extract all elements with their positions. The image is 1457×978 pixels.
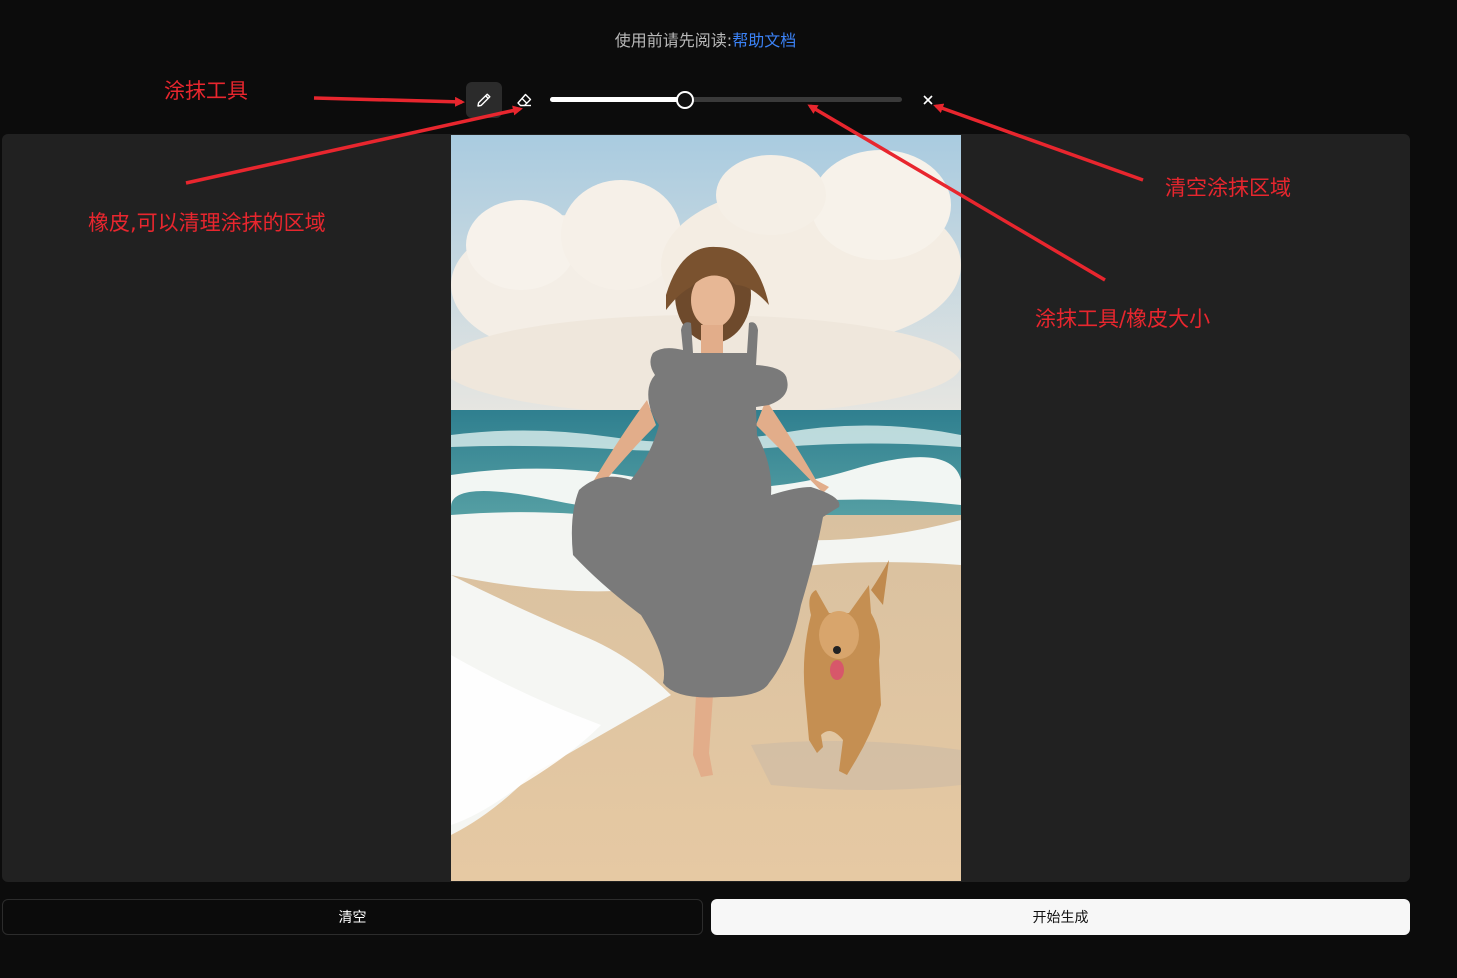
close-icon xyxy=(923,95,933,105)
editable-image[interactable] xyxy=(451,135,961,881)
slider-fill xyxy=(550,97,684,102)
annotation-eraser: 橡皮,可以清理涂抹的区域 xyxy=(88,211,326,235)
slider-thumb[interactable] xyxy=(675,91,694,109)
annotation-clear: 清空涂抹区域 xyxy=(1165,176,1291,200)
help-doc-link[interactable]: 帮助文档 xyxy=(732,31,796,50)
brush-size-slider[interactable] xyxy=(550,91,902,109)
notice-text: 使用前请先阅读: xyxy=(614,31,733,50)
annotation-brush: 涂抹工具 xyxy=(164,79,248,103)
pencil-icon xyxy=(477,93,491,107)
eraser-icon xyxy=(516,93,531,107)
help-notice: 使用前请先阅读:帮助文档 xyxy=(0,27,1411,51)
annotation-size: 涂抹工具/橡皮大小 xyxy=(1035,307,1211,331)
brush-tool-button[interactable] xyxy=(466,82,502,118)
inpaint-editor: 使用前请先阅读:帮助文档 清空 开始生成 涂抹工具 橡皮,可以清理涂抹的区域 清… xyxy=(0,0,1457,978)
clear-mask-button[interactable] xyxy=(918,90,938,110)
arrow-to-brush xyxy=(313,96,465,107)
generate-button[interactable]: 开始生成 xyxy=(711,899,1410,935)
eraser-tool-button[interactable] xyxy=(506,82,542,118)
clear-button[interactable]: 清空 xyxy=(2,899,703,935)
